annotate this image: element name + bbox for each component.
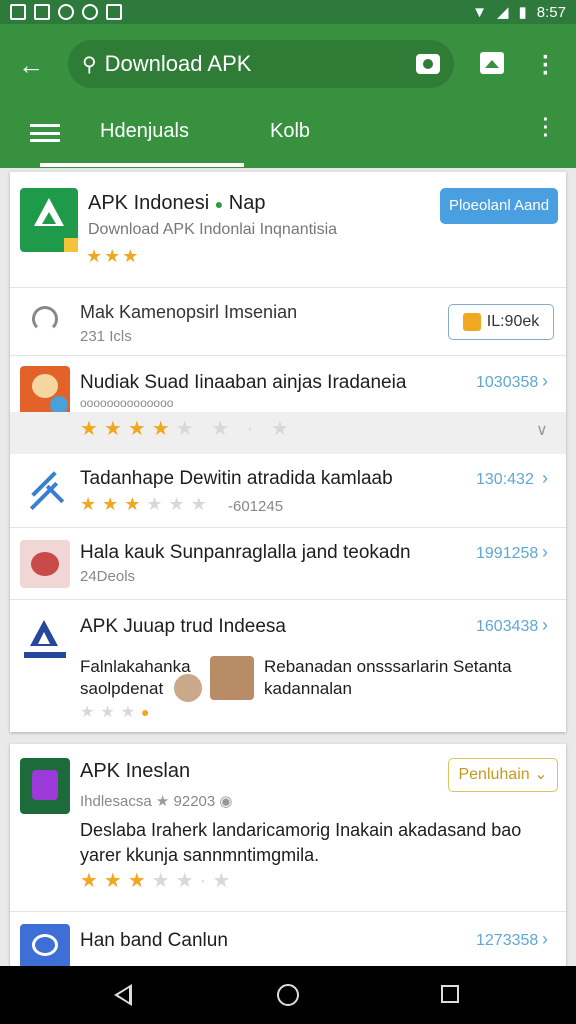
install-button[interactable]: Penluhain ⌄ — [448, 758, 558, 792]
item-title: Hala kauk Sunpanraglalla jand teokadn — [80, 542, 411, 563]
battery-icon: ▮ — [518, 4, 527, 21]
active-tab-indicator — [40, 163, 244, 167]
sponsored-action-label: IL:90ek — [486, 313, 540, 330]
review-right-line: Rebanadan onsssarlarin Setanta — [264, 657, 512, 676]
app-bar: ← ⚲ Download APK · · · Hdenjuals Kolb · · · — [0, 24, 576, 168]
review-right-line: kadannalan — [264, 679, 352, 698]
download-badge-icon — [462, 313, 481, 331]
loading-icon — [32, 306, 58, 332]
chevron-right-icon[interactable]: › — [542, 468, 548, 489]
chevron-right-icon[interactable]: › — [542, 929, 548, 950]
item-count: 130:432 — [476, 471, 534, 488]
search-icon: ⚲ — [82, 53, 97, 76]
item-count: 1030358 — [476, 374, 539, 391]
review-thumbnail — [210, 656, 254, 700]
list-item[interactable]: Han band Canlun 1273358 › — [10, 912, 566, 970]
search-bar[interactable]: ⚲ Download APK — [68, 40, 454, 88]
app-title: APK Indonesi — [88, 192, 210, 214]
back-arrow-icon[interactable]: ← — [18, 50, 48, 80]
sponsored-meta: 231 Icls — [80, 328, 132, 345]
list-item[interactable]: APK Ineslan Ihdlesacsa ★ 92203 ◉ Penluha… — [10, 744, 566, 912]
info-icon: ◉ — [219, 793, 233, 810]
chat-app-icon — [20, 924, 70, 970]
nav-home-icon[interactable] — [277, 984, 299, 1006]
star-icon: ★ — [155, 793, 170, 810]
rating-stars: ★★★★★ ★ · ★ — [80, 418, 295, 440]
second-card: APK Ineslan Ihdlesacsa ★ 92203 ◉ Penluha… — [10, 744, 566, 970]
tab-hdenjuals[interactable]: Hdenjuals — [100, 120, 189, 143]
item-count: 1273358 — [476, 932, 539, 949]
system-nav-bar — [0, 966, 576, 1024]
tab-more-icon[interactable]: · · · — [541, 110, 551, 146]
install-button-label: Penluhain — [458, 766, 530, 783]
app-subtitle: Download APK Indonlai Inqnantisia — [88, 221, 338, 238]
more-options-icon[interactable]: · · · — [541, 46, 551, 86]
list-item[interactable]: Nudiak Suad Iinaaban ainjas Iradaneia 10… — [10, 356, 566, 454]
cartoon-app-icon — [20, 366, 70, 418]
chevron-down-icon[interactable]: ∨ — [536, 420, 548, 440]
item-description-line: yarer kkunja sannmntimgmila. — [80, 845, 320, 865]
nav-recents-icon[interactable] — [441, 985, 459, 1003]
rating-stars: ★★★● — [80, 704, 156, 721]
item-title: Nudiak Suad Iinaaban ainjas Iradaneia — [80, 372, 407, 393]
item-count: 1603438 — [476, 618, 539, 635]
item-meta-text: Ihdlesacsa — [80, 793, 152, 810]
tab-bar: Hdenjuals Kolb · · · — [0, 102, 576, 168]
clock: 8:57 — [536, 3, 566, 21]
install-button[interactable]: Ploeolanl Aand — [440, 188, 558, 224]
review-right: Rebanadan onsssarlarin Setanta kadannala… — [264, 656, 512, 700]
list-item[interactable]: Hala kauk Sunpanraglalla jand teokadn 19… — [10, 528, 566, 600]
sync-notification-icon — [82, 4, 98, 20]
sponsored-action-button[interactable]: IL:90ek — [448, 304, 554, 340]
rating-stars: ★★★★★★ — [80, 494, 213, 514]
verified-icon: ● — [214, 196, 224, 212]
item-title: APK Juuap trud Indeesa — [80, 616, 286, 637]
app-logo-icon — [20, 188, 78, 252]
item-meta-count: 92203 — [173, 793, 216, 810]
reviewer-avatar — [172, 672, 204, 704]
signal-icon: ◢ — [496, 4, 509, 21]
item-title: Han band Canlun — [80, 930, 228, 951]
chevron-right-icon[interactable]: › — [542, 371, 548, 392]
featured-app-row[interactable]: APK Indonesi ● Nap Download APK Indonlai… — [10, 172, 566, 288]
gallery-notification-icon — [34, 4, 50, 20]
rating-stars: ★★★★★·★ — [80, 870, 237, 892]
item-title: APK Ineslan — [80, 760, 191, 782]
item-meta: 24Deols — [80, 568, 136, 585]
chevron-right-icon[interactable]: › — [542, 542, 548, 563]
item-description: Deslaba Iraherk landaricamorig Inakain a… — [80, 818, 521, 868]
rating-stars: ★★★ — [86, 246, 141, 266]
tab-kolb[interactable]: Kolb — [270, 120, 310, 143]
sponsored-row[interactable]: Mak Kamenopsirl Imsenian 231 Icls IL:90e… — [10, 288, 566, 356]
nav-back-icon[interactable] — [114, 984, 132, 1006]
item-meta: Ihdlesacsa ★ 92203 ◉ — [80, 792, 233, 810]
status-bar: ▼ ◢ ▮ 8:57 — [0, 0, 576, 24]
list-item[interactable]: APK Juuap trud Indeesa 1603438 › Falnlak… — [10, 600, 566, 732]
camera-icon[interactable] — [416, 54, 440, 74]
item-meta: -601245 — [228, 498, 284, 515]
image-search-icon[interactable] — [480, 52, 504, 74]
chevron-down-icon: ⌄ — [534, 766, 548, 783]
purple-app-icon — [20, 758, 70, 814]
profile-notification-icon — [58, 4, 74, 20]
app-title-suffix: Nap — [228, 192, 266, 214]
search-input[interactable]: Download APK — [105, 51, 416, 77]
item-meta: oooooooooooooo — [80, 396, 174, 410]
app-notification-icon — [106, 4, 122, 20]
item-description-line: Deslaba Iraherk landaricamorig Inakain a… — [80, 820, 522, 840]
item-count: 1991258 — [476, 545, 539, 562]
flower-app-icon — [20, 540, 70, 588]
results-card: APK Indonesi ● Nap Download APK Indonlai… — [10, 172, 566, 732]
sponsored-title: Mak Kamenopsirl Imsenian — [80, 302, 298, 322]
wings-app-icon — [22, 471, 68, 512]
image-notification-icon — [10, 4, 26, 20]
chevron-right-icon[interactable]: › — [542, 615, 548, 636]
wifi-icon: ▼ — [472, 3, 487, 21]
item-title: Tadanhape Dewitin atradida kamlaab — [80, 468, 393, 489]
triangle-app-icon — [20, 614, 70, 664]
menu-icon[interactable] — [30, 124, 60, 142]
list-item[interactable]: Tadanhape Dewitin atradida kamlaab 130:4… — [10, 454, 566, 528]
